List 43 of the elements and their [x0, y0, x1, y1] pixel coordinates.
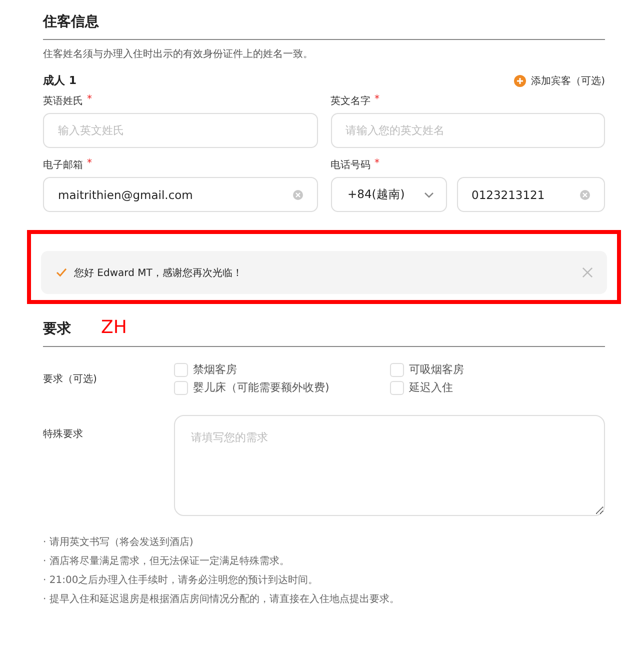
field-label: 英语姓氏	[43, 94, 83, 108]
clear-icon[interactable]	[580, 190, 590, 200]
request-note: · 请用英文书写（将会发送到酒店)	[43, 536, 194, 549]
close-icon[interactable]	[582, 267, 593, 278]
required-mark: *	[87, 158, 92, 171]
option-label: 禁烟客房	[193, 362, 237, 377]
option-checkbox[interactable]: 可吸烟客房	[390, 362, 464, 377]
field-label: 电话号码	[330, 158, 370, 172]
chevron-down-icon	[424, 192, 434, 198]
required-mark: *	[374, 158, 380, 171]
country-code-dropdown[interactable]: +84(越南)	[330, 177, 446, 212]
add-guest-button[interactable]: 添加宾客（可选)	[514, 74, 605, 88]
option-label: 可吸烟客房	[409, 362, 464, 377]
request-note: · 提早入住和延迟退房是根据酒店房间情况分配的，请直接在入住地点提出要求。	[43, 593, 400, 606]
requests-label: 要求（可选)	[43, 372, 98, 386]
phone-input-field[interactable]: 0123213121	[456, 177, 605, 212]
guest-name-note: 住客姓名须与办理入住时出示的有效身份证件上的姓名一致。	[43, 48, 314, 61]
option-label: 延迟入住	[409, 380, 453, 395]
request-note: · 酒店将尽量满足需求，但无法保证一定满足特殊需求。	[43, 555, 290, 568]
section-title: 住客信息	[43, 12, 100, 32]
field-label: 电子邮箱	[43, 158, 83, 172]
request-note: · 21:00之后办理入住手续时，请务必注明您的预计到达时间。	[43, 574, 320, 587]
checkbox[interactable]	[390, 362, 404, 376]
option-checkbox[interactable]: 延迟入住	[390, 380, 464, 395]
welcome-message: 您好 Edward MT，感谢您再次光临！	[74, 266, 244, 280]
adult-label: 成人 1	[43, 73, 76, 88]
plus-icon	[514, 74, 526, 86]
check-icon	[56, 268, 67, 277]
required-mark: *	[374, 94, 380, 107]
option-checkbox[interactable]: 婴儿床（可能需要额外收费)	[174, 380, 390, 395]
input-field[interactable]: maitrithien@gmail.com	[43, 177, 318, 212]
special-requests-field[interactable]: 请填写您的需求	[174, 415, 605, 516]
section-title: 要求	[43, 320, 71, 339]
clear-icon[interactable]	[292, 190, 302, 200]
checkbox[interactable]	[390, 380, 404, 394]
option-checkbox[interactable]: 禁烟客房	[174, 362, 390, 377]
special-requests-label: 特殊要求	[43, 428, 84, 441]
checkbox[interactable]	[174, 362, 188, 376]
annotation-label: ZH	[101, 317, 127, 338]
option-label: 婴儿床（可能需要额外收费)	[193, 380, 330, 395]
field-label: 英文名字	[330, 94, 370, 108]
checkbox[interactable]	[174, 380, 188, 394]
required-mark: *	[87, 94, 92, 107]
